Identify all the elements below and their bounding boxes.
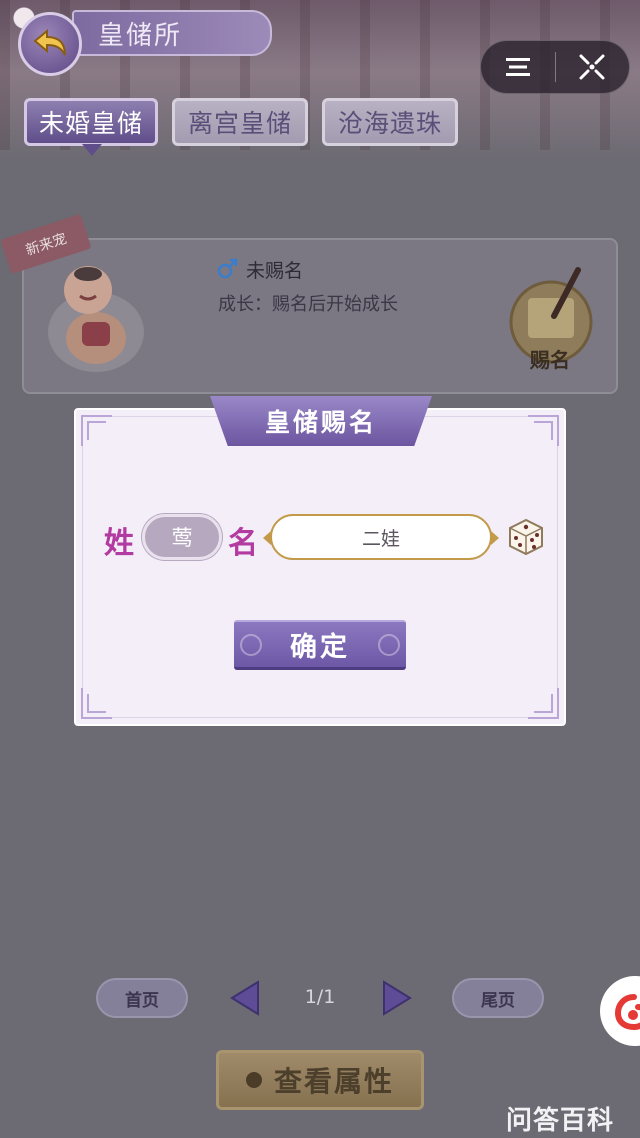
child-name: 未赐名 xyxy=(246,260,304,282)
button-swirl-icon xyxy=(378,634,400,656)
dialog-title-banner: 皇储赐名 xyxy=(210,396,432,446)
given-name-value: 二娃 xyxy=(361,527,400,550)
close-button[interactable] xyxy=(556,40,630,94)
prev-page-arrow-icon[interactable] xyxy=(224,978,264,1018)
page-title: 皇储所 xyxy=(98,20,183,51)
tab-label: 沧海遗珠 xyxy=(337,109,442,138)
tab-left-palace[interactable]: 离宫皇储 xyxy=(172,98,308,146)
tab-unmarried[interactable]: 未婚皇储 xyxy=(24,98,158,146)
back-arrow-icon xyxy=(33,28,66,56)
corner-ornament-icon xyxy=(81,415,112,446)
button-ornament-icon xyxy=(245,1072,262,1088)
first-page-button[interactable]: 首页 xyxy=(96,978,188,1018)
confirm-button[interactable]: 确定 xyxy=(234,620,406,670)
last-page-button[interactable]: 尾页 xyxy=(452,978,544,1018)
back-button[interactable] xyxy=(18,12,82,76)
next-page-arrow-icon[interactable] xyxy=(378,978,418,1018)
tab-label: 未婚皇储 xyxy=(38,109,143,138)
given-name-label: 名 xyxy=(228,526,258,561)
watermark-text: 问答百科 xyxy=(506,1106,615,1136)
mini-program-capsule xyxy=(480,40,630,94)
button-swirl-icon xyxy=(240,634,262,656)
corner-ornament-icon xyxy=(528,415,559,446)
dialog-inner-border xyxy=(82,416,558,718)
last-page-label: 尾页 xyxy=(481,990,515,1011)
random-name-dice-icon[interactable] xyxy=(504,514,548,558)
corner-ornament-icon xyxy=(528,688,559,719)
menu-button[interactable] xyxy=(481,40,555,94)
male-gender-icon xyxy=(217,258,238,279)
naming-dialog xyxy=(74,408,566,726)
surname-label: 姓 xyxy=(104,526,134,561)
menu-icon xyxy=(505,58,530,76)
dialog-title: 皇储赐名 xyxy=(264,408,377,437)
bestow-name-label: 赐名 xyxy=(530,348,570,372)
baby-portrait-icon xyxy=(48,266,144,372)
surname-field: 莺 xyxy=(142,514,222,560)
confirm-label: 确定 xyxy=(290,632,350,663)
page-indicator: 1/1 xyxy=(304,986,336,1008)
floating-share-button[interactable] xyxy=(600,976,640,1046)
weibo-icon xyxy=(614,994,640,1031)
page-title-plate: 皇储所 xyxy=(72,10,272,56)
child-growth-status: 成长：赐名后开始成长 xyxy=(218,294,398,315)
given-name-input[interactable]: 二娃 xyxy=(263,514,499,560)
close-icon xyxy=(579,54,605,80)
tab-label: 离宫皇储 xyxy=(187,109,292,138)
active-tab-pointer xyxy=(82,144,102,156)
corner-ornament-icon xyxy=(81,688,112,719)
view-attributes-button[interactable]: 查看属性 xyxy=(216,1050,424,1110)
surname-value: 莺 xyxy=(171,526,193,550)
tab-lost-pearls[interactable]: 沧海遗珠 xyxy=(322,98,458,146)
first-page-label: 首页 xyxy=(125,990,159,1011)
view-attributes-label: 查看属性 xyxy=(273,1065,394,1098)
